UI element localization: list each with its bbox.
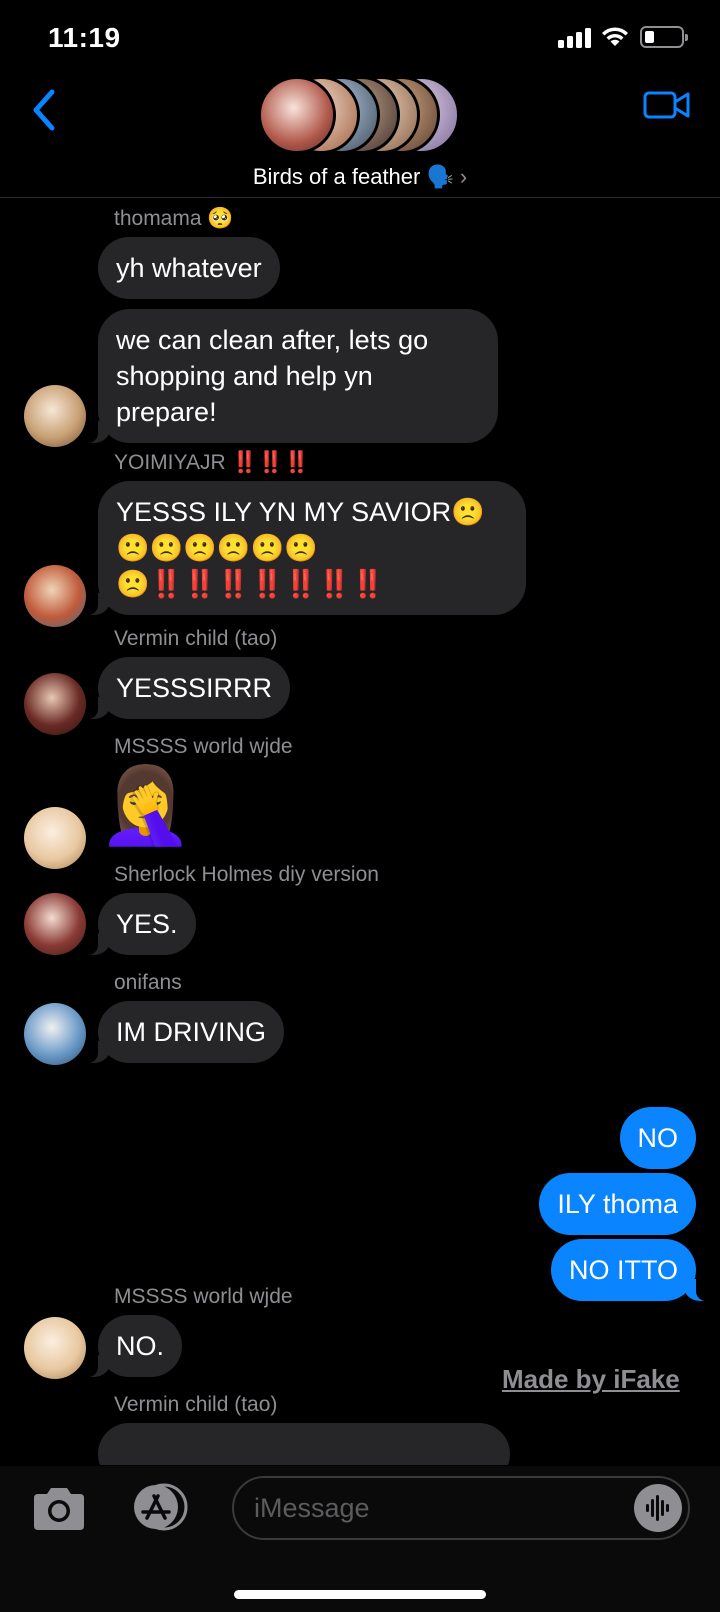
message-text: IM DRIVING [116,1017,267,1047]
message-text: YESSS ILY YN MY SAVIOR🙁🙁🙁🙁🙁🙁🙁🙁‼️‼️‼️‼️‼️… [116,497,485,599]
message-text: NO. [116,1331,165,1361]
home-indicator[interactable] [234,1590,486,1599]
message-bubble-outgoing[interactable]: NO ITTO [550,1239,709,1301]
message-bubble[interactable]: YESSSIRRR [85,657,291,719]
message-text: NO ITTO [568,1255,678,1285]
message-bubble[interactable]: yh whatever [98,237,280,299]
conversation-header: Birds of a feather 🗣️ › [0,70,720,198]
sender-name: Sherlock Holmes diy version [114,863,379,886]
back-chevron-icon[interactable] [28,86,62,134]
cellular-signal-icon [558,28,592,48]
avatar[interactable] [24,1003,86,1065]
group-avatar [258,76,336,154]
sender-name: MSSSS world wjde [114,1285,293,1308]
message-bubble-outgoing[interactable]: ILY thoma [539,1173,696,1235]
avatar[interactable] [24,893,86,955]
status-bar: 11:19 [0,0,720,70]
group-name: Birds of a feather 🗣️ [252,164,454,189]
sender-name: Vermin child (tao) [114,627,278,650]
emoji-message[interactable]: 🤦‍♀️ [98,761,193,851]
message-bubble[interactable]: YES. [86,893,196,955]
message-text: YES. [116,909,178,939]
app-store-icon[interactable] [126,1482,192,1532]
message-bubble[interactable] [98,1423,510,1465]
message-text: yh whatever [116,253,262,283]
avatar[interactable] [24,385,86,447]
sender-name: MSSSS world wjde [114,735,293,758]
message-thread[interactable]: thomama 🥺 yh whatever we can clean after… [0,199,720,1465]
message-text: ILY thoma [557,1189,678,1219]
message-bubble-outgoing[interactable]: NO [619,1107,696,1169]
message-bubble[interactable]: NO. [85,1315,183,1377]
avatar[interactable] [24,565,86,627]
message-text: NO [637,1123,679,1153]
message-field[interactable] [232,1476,690,1540]
watermark: Made by iFake [502,1364,680,1394]
chevron-right-icon: › [459,164,468,189]
message-input[interactable] [254,1488,634,1528]
message-bubble[interactable]: IM DRIVING [85,1001,285,1063]
avatar[interactable] [24,807,86,869]
sender-name: Vermin child (tao) [114,1393,278,1416]
message-text: we can clean after, lets go shopping and… [116,325,429,427]
message-bubble[interactable]: we can clean after, lets go shopping and… [86,309,498,443]
sender-name: thomama 🥺 [114,207,234,230]
battery-icon [640,26,688,48]
wifi-icon [602,27,628,46]
status-time: 11:19 [48,22,121,53]
group-avatar-stack[interactable] [258,76,460,156]
sender-name: YOIMIYAJR ‼️‼️‼️ [114,451,310,474]
message-text: YESSSIRRR [116,673,273,703]
video-camera-icon[interactable] [642,84,692,124]
audio-waveform-icon[interactable] [634,1484,682,1532]
camera-icon[interactable] [30,1486,88,1532]
group-title[interactable]: Birds of a feather 🗣️ › [0,164,720,190]
avatar[interactable] [24,1317,86,1379]
avatar[interactable] [24,673,86,735]
sender-name: onifans [114,971,182,994]
message-bubble[interactable]: YESSS ILY YN MY SAVIOR🙁🙁🙁🙁🙁🙁🙁🙁‼️‼️‼️‼️‼️… [86,481,526,615]
